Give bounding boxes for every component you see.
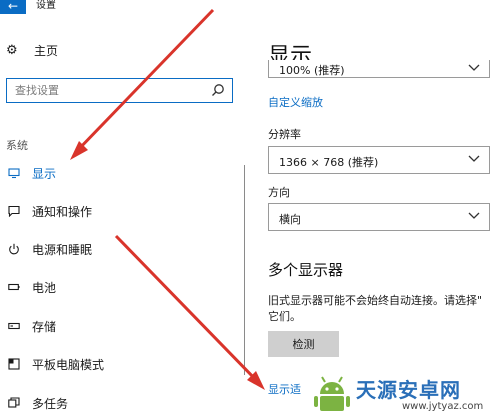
gear-icon: ⚙ <box>6 43 18 58</box>
chevron-down-icon <box>468 212 480 219</box>
sidebar-item-label: 存储 <box>32 319 57 334</box>
sidebar-item-label: 显示 <box>32 166 57 181</box>
orientation-label: 方向 <box>268 186 290 199</box>
back-arrow-icon[interactable]: ← <box>0 0 26 14</box>
annotation-arrowhead <box>70 141 88 160</box>
resolution-label: 分辨率 <box>268 128 301 141</box>
description-line: 它们。 <box>268 310 301 323</box>
multitasking-icon <box>6 397 22 409</box>
orientation-dropdown[interactable]: 横向 <box>268 203 490 231</box>
description-line: 旧式显示器可能不会始终自动连接。请选择" <box>268 294 483 307</box>
annotation-arrowhead <box>247 371 265 390</box>
monitor-icon <box>6 167 22 179</box>
sidebar-item-notifications[interactable]: 通知和操作 <box>0 200 240 222</box>
battery-icon <box>6 281 22 293</box>
pane-scrollbar[interactable] <box>244 165 245 375</box>
section-label-system: 系统 <box>6 139 28 152</box>
android-logo-icon <box>314 376 350 411</box>
home-nav-item[interactable]: ⚙ 主页 <box>6 42 58 59</box>
watermark-name: 天源安卓网 <box>356 378 461 402</box>
sidebar-item-storage[interactable]: 存储 <box>0 315 240 337</box>
sidebar-item-battery[interactable]: 电池 <box>0 276 240 298</box>
sidebar-item-multitasking[interactable]: 多任务 <box>0 392 240 414</box>
search-box[interactable] <box>6 78 233 103</box>
notification-icon <box>6 205 22 217</box>
storage-icon <box>6 320 22 332</box>
search-input[interactable] <box>15 82 205 99</box>
sidebar-item-label: 电池 <box>32 280 57 295</box>
home-label: 主页 <box>34 44 59 58</box>
sidebar-item-label: 通知和操作 <box>32 204 93 219</box>
multi-display-heading: 多个显示器 <box>268 261 344 279</box>
sidebar-item-label: 平板电脑模式 <box>32 357 105 372</box>
search-icon[interactable] <box>211 83 225 97</box>
custom-scaling-link[interactable]: 自定义缩放 <box>268 94 323 110</box>
chevron-down-icon <box>468 64 480 71</box>
sidebar-item-label: 电源和睡眠 <box>32 242 93 257</box>
orientation-value: 横向 <box>279 213 301 226</box>
resolution-value: 1366 × 768 (推荐) <box>279 156 379 169</box>
sidebar-item-display[interactable]: 显示 <box>0 162 240 184</box>
chevron-down-icon <box>468 155 480 162</box>
resolution-dropdown[interactable]: 1366 × 768 (推荐) <box>268 146 490 174</box>
watermark-url: www.jytyaz.com <box>402 401 484 412</box>
site-watermark: 天源安卓网 www.jytyaz.com <box>312 372 500 419</box>
scale-dropdown[interactable]: 100% (推荐) <box>268 60 490 78</box>
tablet-mode-icon <box>6 358 22 370</box>
scale-value: 100% (推荐) <box>279 64 345 77</box>
detect-button[interactable]: 检测 <box>268 331 339 357</box>
multi-display-description: 旧式显示器可能不会始终自动连接。请选择" 它们。 <box>268 293 500 325</box>
sidebar-item-label: 多任务 <box>32 396 69 411</box>
display-adapter-link[interactable]: 显示适 <box>268 381 301 397</box>
title-bar: ← 设置 <box>0 0 250 14</box>
app-title: 设置 <box>36 0 56 11</box>
sidebar-item-power-sleep[interactable]: 电源和睡眠 <box>0 238 240 260</box>
power-icon <box>6 243 22 255</box>
sidebar-item-tablet-mode[interactable]: 平板电脑模式 <box>0 353 240 375</box>
